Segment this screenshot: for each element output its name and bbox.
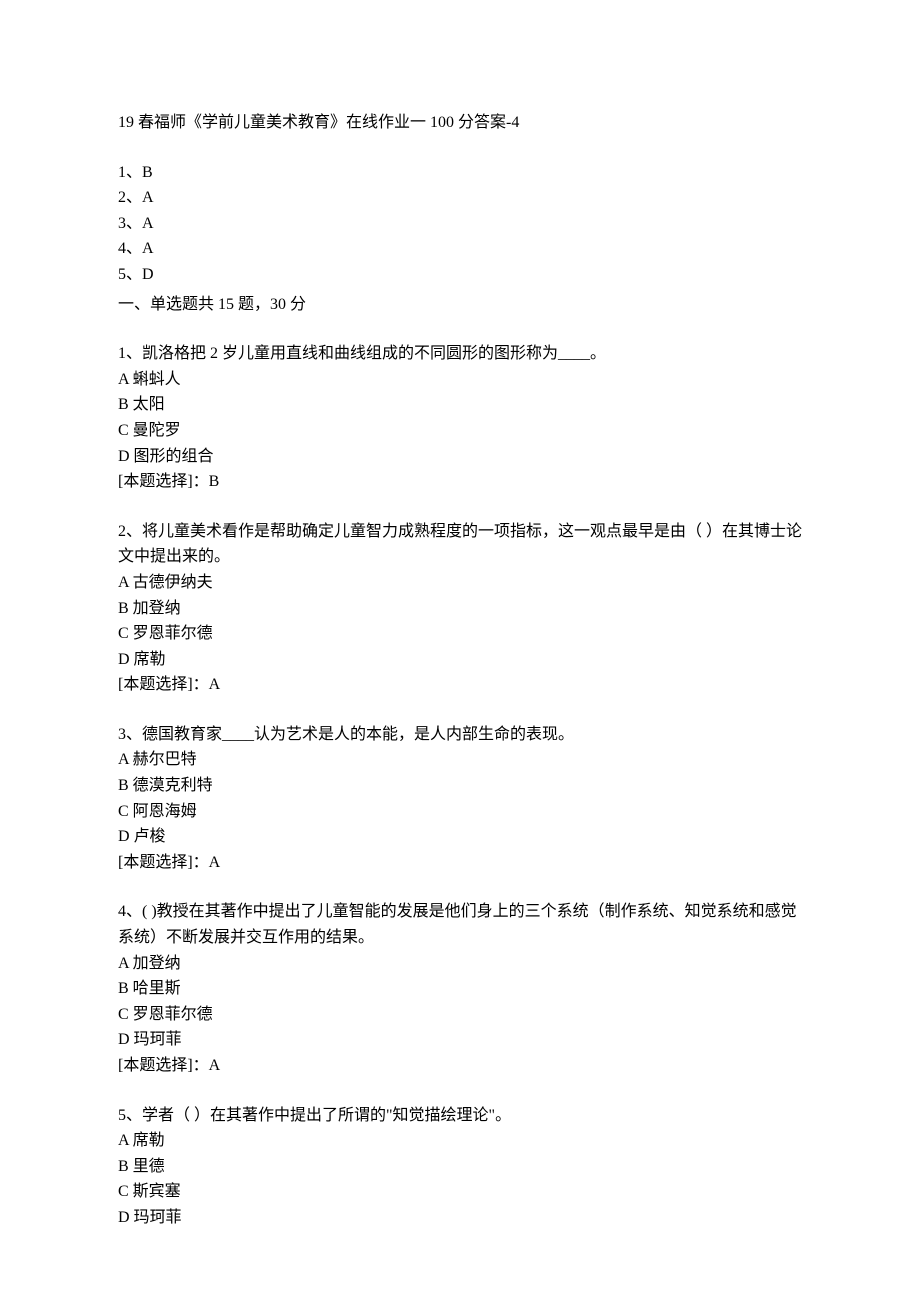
question-option: D 玛珂菲 — [118, 1205, 802, 1231]
title-text: 19 春福师《学前儿童美术教育》在线作业一 100 分答案-4 — [118, 114, 519, 131]
answer-key-item: 2、A — [118, 185, 802, 211]
question-option: C 阿恩海姆 — [118, 799, 802, 825]
question-option: B 太阳 — [118, 392, 802, 418]
question-stem: 5、学者（ ）在其著作中提出了所谓的"知觉描绘理论"。 — [118, 1103, 802, 1129]
question-answer: [本题选择]：A — [118, 850, 802, 876]
question-block: 2、将儿童美术看作是帮助确定儿童智力成熟程度的一项指标，这一观点最早是由（ ）在… — [118, 519, 802, 698]
question-answer: [本题选择]：A — [118, 1053, 802, 1079]
question-stem: 3、德国教育家____认为艺术是人的本能，是人内部生命的表现。 — [118, 722, 802, 748]
question-option: B 里德 — [118, 1154, 802, 1180]
question-block: 5、学者（ ）在其著作中提出了所谓的"知觉描绘理论"。 A 席勒 B 里德 C … — [118, 1103, 802, 1231]
question-option: D 卢梭 — [118, 824, 802, 850]
question-answer: [本题选择]：B — [118, 469, 802, 495]
question-option: B 德漠克利特 — [118, 773, 802, 799]
question-option: A 加登纳 — [118, 951, 802, 977]
question-answer: [本题选择]：A — [118, 672, 802, 698]
question-option: B 哈里斯 — [118, 976, 802, 1002]
section-header-text: 一、单选题共 15 题，30 分 — [118, 296, 306, 313]
question-option: D 图形的组合 — [118, 444, 802, 470]
question-option: C 罗恩菲尔德 — [118, 1002, 802, 1028]
question-stem: 1、凯洛格把 2 岁儿童用直线和曲线组成的不同圆形的图形称为____。 — [118, 341, 802, 367]
question-block: 4、( )教授在其著作中提出了儿童智能的发展是他们身上的三个系统（制作系统、知觉… — [118, 899, 802, 1078]
section-header: 一、单选题共 15 题，30 分 — [118, 292, 802, 318]
question-stem: 4、( )教授在其著作中提出了儿童智能的发展是他们身上的三个系统（制作系统、知觉… — [118, 899, 802, 950]
answer-key-item: 1、B — [118, 160, 802, 186]
question-option: C 曼陀罗 — [118, 418, 802, 444]
question-option: B 加登纳 — [118, 596, 802, 622]
question-option: C 斯宾塞 — [118, 1179, 802, 1205]
question-option: A 古德伊纳夫 — [118, 570, 802, 596]
answer-key-block: 1、B 2、A 3、A 4、A 5、D — [118, 160, 802, 288]
document-title: 19 春福师《学前儿童美术教育》在线作业一 100 分答案-4 — [118, 110, 802, 136]
question-option: D 玛珂菲 — [118, 1027, 802, 1053]
question-option: A 席勒 — [118, 1128, 802, 1154]
question-option: A 蝌蚪人 — [118, 367, 802, 393]
question-block: 3、德国教育家____认为艺术是人的本能，是人内部生命的表现。 A 赫尔巴特 B… — [118, 722, 802, 876]
question-block: 1、凯洛格把 2 岁儿童用直线和曲线组成的不同圆形的图形称为____。 A 蝌蚪… — [118, 341, 802, 495]
question-option: A 赫尔巴特 — [118, 747, 802, 773]
answer-key-item: 3、A — [118, 211, 802, 237]
answer-key-item: 5、D — [118, 262, 802, 288]
question-option: C 罗恩菲尔德 — [118, 621, 802, 647]
document-page: 19 春福师《学前儿童美术教育》在线作业一 100 分答案-4 1、B 2、A … — [0, 0, 920, 1315]
question-stem: 2、将儿童美术看作是帮助确定儿童智力成熟程度的一项指标，这一观点最早是由（ ）在… — [118, 519, 802, 570]
answer-key-item: 4、A — [118, 236, 802, 262]
question-option: D 席勒 — [118, 647, 802, 673]
